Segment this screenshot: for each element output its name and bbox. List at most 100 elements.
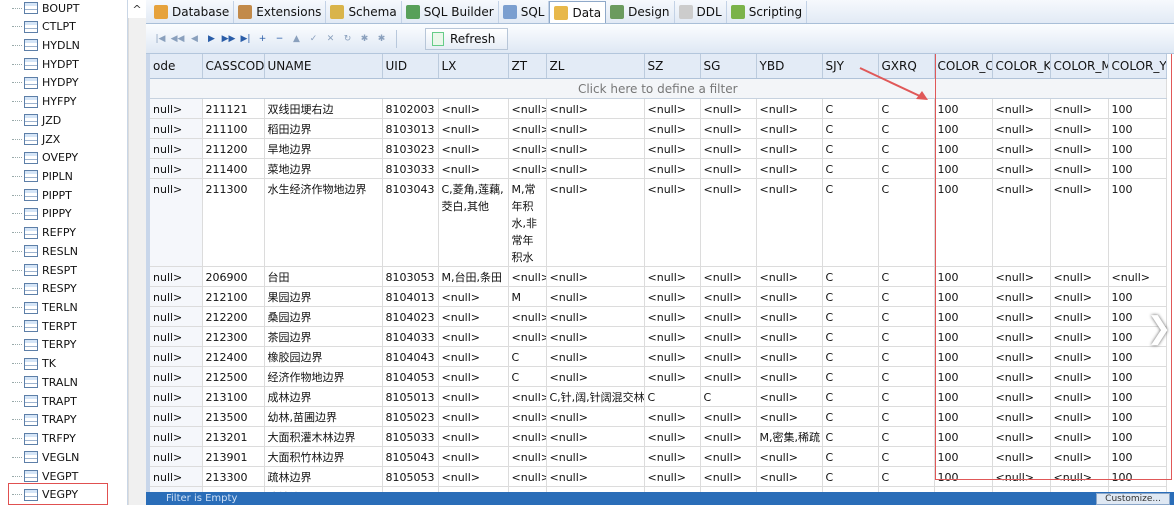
cell-ybd[interactable]: <null> (756, 466, 823, 487)
cell-sz[interactable]: <null> (644, 266, 701, 287)
cell-sz[interactable]: <null> (644, 466, 701, 487)
cell-color_y[interactable]: 100 (1108, 366, 1167, 387)
cell-zl[interactable]: <null> (546, 466, 645, 487)
cell-uid[interactable]: 8102003 (382, 98, 439, 119)
nav-button-8[interactable]: ▲ (288, 29, 305, 49)
cell-color_k[interactable]: <null> (992, 286, 1051, 307)
tree-item-hyfpy[interactable]: HYFPY (12, 93, 76, 111)
cell-sjy[interactable]: C (822, 306, 879, 327)
cell-sg[interactable]: <null> (700, 406, 757, 427)
cell-color_k[interactable]: <null> (992, 446, 1051, 467)
cell-gxrq[interactable]: C (878, 446, 935, 467)
cell-sz[interactable]: <null> (644, 346, 701, 367)
column-header-zt[interactable]: ZT (508, 54, 547, 79)
cell-sjy[interactable]: C (822, 346, 879, 367)
cell-uname[interactable]: 菜地边界 (264, 158, 383, 179)
cell-uid[interactable]: 8105033 (382, 426, 439, 447)
tree-item-jzx[interactable]: JZX (12, 130, 60, 148)
cell-lx[interactable]: <null> (438, 386, 509, 407)
cell-uname[interactable]: 大面积灌木林边界 (264, 426, 383, 447)
cell-gxrq[interactable]: C (878, 426, 935, 447)
cell-gxrq[interactable]: C (878, 98, 935, 119)
cell-color_c[interactable]: 100 (934, 466, 993, 487)
cell-uname[interactable]: 幼林,苗圃边界 (264, 406, 383, 427)
cell-ybd[interactable]: <null> (756, 158, 823, 179)
column-header-ode[interactable]: ode (150, 54, 203, 79)
tree-item-terln[interactable]: TERLN (12, 299, 78, 317)
cell-uid[interactable]: 8105013 (382, 386, 439, 407)
tab-ddl[interactable]: DDL (675, 1, 727, 23)
tree-item-pippt[interactable]: PIPPT (12, 186, 72, 204)
table-row[interactable]: null>211121双线田埂右边8102003<null><null><nul… (150, 98, 1167, 119)
cell-sg[interactable]: <null> (700, 346, 757, 367)
nav-button-6[interactable]: + (254, 29, 271, 49)
table-row[interactable]: null>213201大面积灌木林边界8105033<null><null><n… (150, 426, 1167, 447)
cell-zl[interactable]: <null> (546, 178, 645, 267)
cell-color_c[interactable]: 100 (934, 346, 993, 367)
table-row[interactable]: null> 212100 果园边界 8104013 <null> M <null> <null… (150, 286, 1167, 307)
cell-uname[interactable]: 水生经济作物地边界 (264, 178, 383, 267)
cell-zl[interactable]: <null> (546, 266, 645, 287)
cell-uid[interactable]: 8103013 (382, 118, 439, 139)
cell-uname[interactable]: 成林边界 (264, 386, 383, 407)
table-row[interactable]: null> 211300 水生经济作物地边界 8103043 C,菱角,莲藕,茭白,其他… (150, 178, 1167, 267)
cell-ybd[interactable]: <null> (756, 118, 823, 139)
cell-sjy[interactable]: C (822, 406, 879, 427)
cell-casscode[interactable]: 212100 (202, 286, 265, 307)
cell-ode[interactable]: null> (150, 426, 203, 447)
cell-color_k[interactable]: <null> (992, 366, 1051, 387)
cell-color_k[interactable]: <null> (992, 346, 1051, 367)
data-grid[interactable]: odeCASSCODEUNAMEUIDLXZTZLSZSGYBDSJYGXRQC… (146, 54, 1174, 492)
cell-ode[interactable]: null> (150, 98, 203, 119)
cell-color_c[interactable]: 100 (934, 178, 993, 267)
table-row[interactable]: null>211200旱地边界8103023<null><null><null>… (150, 138, 1167, 159)
cell-ode[interactable]: null> (150, 138, 203, 159)
nav-button-9[interactable]: ✓ (305, 29, 322, 49)
column-header-zl[interactable]: ZL (546, 54, 645, 79)
cell-casscode[interactable]: 213100 (202, 386, 265, 407)
cell-uid[interactable]: 8103053 (382, 266, 439, 287)
tree-item-hydln[interactable]: HYDLN (12, 36, 80, 54)
table-row[interactable]: null> 212400 橡胶园边界 8104043 <null> C <null> <nul… (150, 346, 1167, 367)
tree-item-refpy[interactable]: REFPY (12, 224, 76, 242)
nav-button-4[interactable]: ▶▶ (220, 29, 237, 49)
cell-uname[interactable]: 茶园边界 (264, 326, 383, 347)
customize-button[interactable]: Customize... (1096, 493, 1170, 505)
cell-color_m[interactable]: <null> (1050, 98, 1109, 119)
cell-color_m[interactable]: <null> (1050, 138, 1109, 159)
cell-uid[interactable]: 8103033 (382, 158, 439, 179)
cell-color_c[interactable]: 100 (934, 406, 993, 427)
cell-zt[interactable]: <null> (508, 158, 547, 179)
cell-gxrq[interactable]: C (878, 466, 935, 487)
cell-uid[interactable]: 8103023 (382, 138, 439, 159)
cell-zt[interactable]: C (508, 346, 547, 367)
tree-item-respt[interactable]: RESPT (12, 261, 77, 279)
cell-uname[interactable]: 双线田埂右边 (264, 98, 383, 119)
cell-zl[interactable]: <null> (546, 326, 645, 347)
cell-color_y[interactable]: 100 (1108, 346, 1167, 367)
column-header-ybd[interactable]: YBD (756, 54, 823, 79)
cell-uid[interactable]: 8104013 (382, 286, 439, 307)
cell-sz[interactable]: <null> (644, 406, 701, 427)
cell-lx[interactable]: <null> (438, 306, 509, 327)
column-header-color_m[interactable]: COLOR_M (1050, 54, 1109, 79)
column-header-color_y[interactable]: COLOR_Y (1108, 54, 1167, 79)
cell-zt[interactable]: M,常年积水,非常年积水 (508, 178, 547, 267)
cell-color_c[interactable]: 100 (934, 426, 993, 447)
cell-zl[interactable]: <null> (546, 158, 645, 179)
cell-casscode[interactable]: 211100 (202, 118, 265, 139)
cell-ybd[interactable]: M,密集,稀疏 (756, 426, 823, 447)
cell-sg[interactable]: <null> (700, 178, 757, 267)
cell-sz[interactable]: <null> (644, 138, 701, 159)
cell-ybd[interactable]: <null> (756, 98, 823, 119)
cell-sz[interactable]: <null> (644, 178, 701, 267)
cell-uname[interactable]: 大面积竹林边界 (264, 446, 383, 467)
cell-gxrq[interactable]: C (878, 326, 935, 347)
tab-sql[interactable]: SQL (499, 1, 550, 23)
tab-scripting[interactable]: Scripting (727, 1, 808, 23)
cell-color_m[interactable]: <null> (1050, 266, 1109, 287)
cell-color_m[interactable]: <null> (1050, 346, 1109, 367)
column-header-gxrq[interactable]: GXRQ (878, 54, 935, 79)
cell-zt[interactable]: <null> (508, 98, 547, 119)
cell-casscode[interactable]: 213300 (202, 466, 265, 487)
